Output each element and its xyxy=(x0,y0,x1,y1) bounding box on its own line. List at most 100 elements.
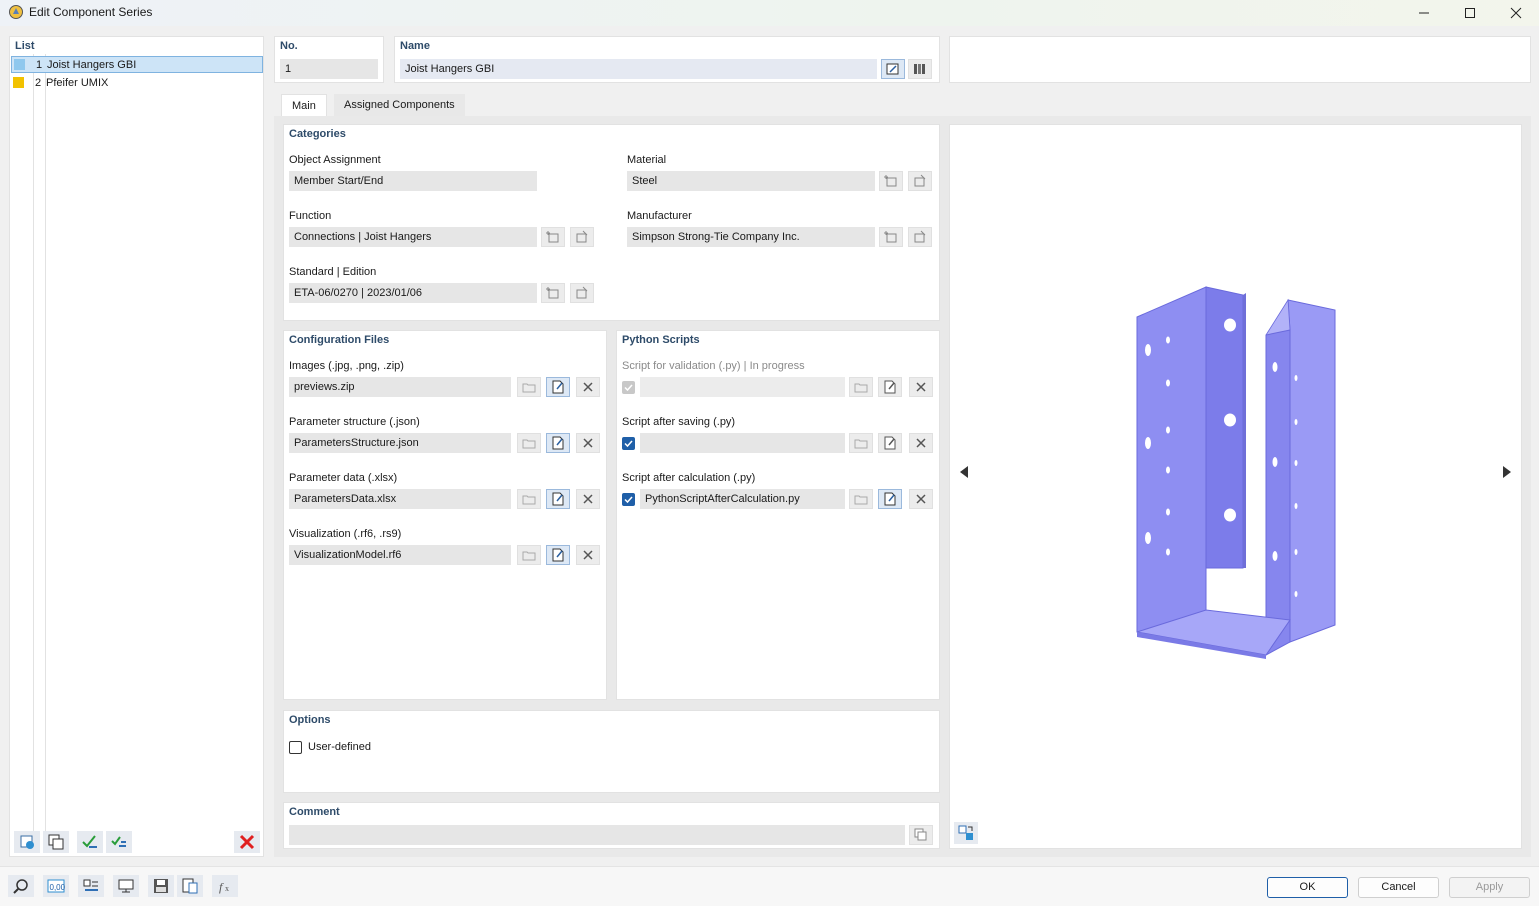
validation-script-checkbox[interactable] xyxy=(622,381,635,394)
search-icon[interactable] xyxy=(8,875,34,897)
open-folder-icon[interactable] xyxy=(849,377,873,397)
python-scripts-header: Python Scripts xyxy=(622,334,700,346)
info-panel xyxy=(949,36,1531,83)
param-data-label: Parameter data (.xlsx) xyxy=(289,472,398,484)
check-all-icon[interactable] xyxy=(77,831,103,853)
edit-file-icon[interactable] xyxy=(878,489,902,509)
config-files-panel: Configuration Files Images (.jpg, .png, … xyxy=(283,330,607,700)
list-item-pfeifer-umix[interactable]: 2 Pfeifer UMIX xyxy=(11,74,263,91)
copy-series-icon[interactable] xyxy=(43,831,69,853)
title-bar: Edit Component Series xyxy=(0,0,1539,26)
joist-hanger-preview xyxy=(1136,286,1336,659)
param-data-field[interactable]: ParametersData.xlsx xyxy=(289,489,511,509)
images-field[interactable]: previews.zip xyxy=(289,377,511,397)
minimize-icon[interactable] xyxy=(1401,0,1447,26)
standard-select[interactable]: ETA-06/0270 | 2023/01/06 xyxy=(289,283,537,303)
edit-manufacturer-icon[interactable] xyxy=(908,227,932,247)
material-select[interactable]: Steel xyxy=(627,171,875,191)
delete-series-icon[interactable] xyxy=(234,831,260,853)
display-icon[interactable] xyxy=(113,875,139,897)
cancel-button[interactable]: Cancel xyxy=(1358,877,1439,898)
delete-file-icon[interactable] xyxy=(576,545,600,565)
delete-file-icon[interactable] xyxy=(576,433,600,453)
edit-function-icon[interactable] xyxy=(570,227,594,247)
list-item-no: 1 xyxy=(36,59,43,71)
edit-file-icon[interactable] xyxy=(546,433,570,453)
no-label: No. xyxy=(280,40,298,52)
units-icon[interactable] xyxy=(78,875,104,897)
edit-file-icon[interactable] xyxy=(546,545,570,565)
name-panel: Name Joist Hangers GBI xyxy=(394,36,940,83)
footer-bar: 0,00 fx OK Cancel Apply xyxy=(0,866,1539,906)
after-saving-checkbox[interactable] xyxy=(622,437,635,450)
copy-comment-icon[interactable] xyxy=(909,825,933,845)
tab-main[interactable]: Main xyxy=(281,94,327,116)
svg-text:0,00: 0,00 xyxy=(50,883,66,892)
new-manufacturer-icon[interactable] xyxy=(879,227,903,247)
formula-icon[interactable]: fx xyxy=(212,875,238,897)
list-item-no: 2 xyxy=(35,77,42,89)
open-folder-icon[interactable] xyxy=(517,377,541,397)
name-label: Name xyxy=(400,40,430,52)
load-icon[interactable] xyxy=(177,875,203,897)
config-files-header: Configuration Files xyxy=(289,334,390,346)
edit-file-icon[interactable] xyxy=(878,377,902,397)
delete-file-icon[interactable] xyxy=(576,489,600,509)
param-structure-label: Parameter structure (.json) xyxy=(289,416,420,428)
material-label: Material xyxy=(627,154,667,166)
delete-file-icon[interactable] xyxy=(909,433,933,453)
new-standard-icon[interactable] xyxy=(541,283,565,303)
view-options-icon[interactable] xyxy=(954,822,978,844)
validation-script-field[interactable] xyxy=(640,377,845,397)
manufacturer-select[interactable]: Simpson Strong-Tie Company Inc. xyxy=(627,227,875,247)
images-label: Images (.jpg, .png, .zip) xyxy=(289,360,404,372)
open-folder-icon[interactable] xyxy=(517,545,541,565)
arrow-right-icon[interactable] xyxy=(1501,465,1513,482)
comment-input[interactable] xyxy=(289,825,905,845)
new-function-icon[interactable] xyxy=(541,227,565,247)
save-icon[interactable] xyxy=(148,875,174,897)
function-select[interactable]: Connections | Joist Hangers xyxy=(289,227,537,247)
user-defined-label: User-defined xyxy=(308,741,371,753)
edit-standard-icon[interactable] xyxy=(570,283,594,303)
visualization-field[interactable]: VisualizationModel.rf6 xyxy=(289,545,511,565)
new-series-icon[interactable] xyxy=(14,831,40,853)
edit-name-icon[interactable] xyxy=(881,59,905,79)
name-input[interactable]: Joist Hangers GBI xyxy=(400,59,877,79)
arrow-left-icon[interactable] xyxy=(958,465,970,482)
after-saving-field[interactable] xyxy=(640,433,845,453)
ok-button[interactable]: OK xyxy=(1267,877,1348,898)
apply-button[interactable]: Apply xyxy=(1449,877,1530,898)
list-item-joist-hangers[interactable]: 1 Joist Hangers GBI xyxy=(11,56,263,73)
param-structure-field[interactable]: ParametersStructure.json xyxy=(289,433,511,453)
delete-file-icon[interactable] xyxy=(576,377,600,397)
delete-file-icon[interactable] xyxy=(909,377,933,397)
window-title: Edit Component Series xyxy=(29,5,153,19)
edit-file-icon[interactable] xyxy=(546,377,570,397)
tab-assigned-components[interactable]: Assigned Components xyxy=(334,94,465,116)
check-selected-icon[interactable] xyxy=(106,831,132,853)
delete-file-icon[interactable] xyxy=(909,489,933,509)
no-field[interactable]: 1 xyxy=(280,59,378,79)
object-assignment-select[interactable]: Member Start/End xyxy=(289,171,537,191)
open-folder-icon[interactable] xyxy=(517,433,541,453)
new-material-icon[interactable] xyxy=(879,171,903,191)
edit-file-icon[interactable] xyxy=(546,489,570,509)
after-saving-label: Script after saving (.py) xyxy=(622,416,736,428)
after-calculation-checkbox[interactable] xyxy=(622,493,635,506)
maximize-icon[interactable] xyxy=(1447,0,1493,26)
comment-panel: Comment xyxy=(283,802,940,849)
close-icon[interactable] xyxy=(1493,0,1539,26)
decimal-icon[interactable]: 0,00 xyxy=(43,875,69,897)
library-icon[interactable] xyxy=(908,59,932,79)
list-item-label: Joist Hangers GBI xyxy=(47,59,137,71)
user-defined-checkbox[interactable] xyxy=(289,741,302,754)
open-folder-icon[interactable] xyxy=(849,489,873,509)
edit-material-icon[interactable] xyxy=(908,171,932,191)
after-calculation-field[interactable]: PythonScriptAfterCalculation.py xyxy=(640,489,845,509)
open-folder-icon[interactable] xyxy=(517,489,541,509)
list-item-label: Pfeifer UMIX xyxy=(46,77,109,89)
categories-header: Categories xyxy=(289,128,346,140)
edit-file-icon[interactable] xyxy=(878,433,902,453)
open-folder-icon[interactable] xyxy=(849,433,873,453)
